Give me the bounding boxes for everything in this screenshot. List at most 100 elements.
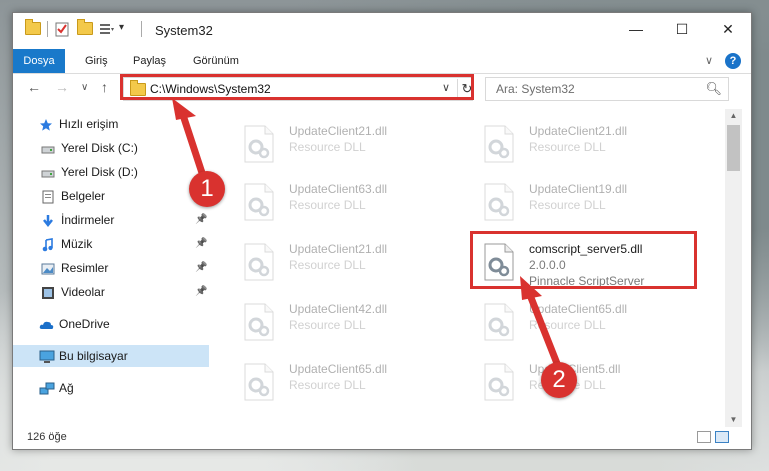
pin-icon[interactable]: 📌 [195,233,207,255]
sidebar-item-hızlı-erişim[interactable]: Hızlı erişim [13,113,209,135]
window-title: System32 [155,23,213,38]
sidebar-item-yerel-disk-d-[interactable]: Yerel Disk (D:) [13,161,209,183]
dll-file-icon [483,303,515,341]
sidebar-item-label: Müzik [61,237,93,251]
file-item[interactable]: UpdateClient19.dll Resource DLL [469,177,689,227]
file-name: UpdateClient65.dll [289,362,388,376]
music-icon [41,237,55,252]
tab-giris[interactable]: Giriş [85,49,108,73]
computer-icon [39,349,55,363]
search-icon: 🔍︎ [705,81,722,96]
details-view-icon[interactable] [697,431,711,443]
scroll-up-icon[interactable]: ▲ [725,109,742,123]
scrollbar-thumb[interactable] [727,125,740,171]
vertical-scrollbar[interactable]: ▲ ▼ [725,109,742,427]
tab-gorunum[interactable]: Görünüm [193,49,239,73]
folder-icon [25,19,41,38]
file-item[interactable]: UpdateClient21.dll Resource DLL [469,119,689,169]
file-type: Resource DLL [529,140,606,154]
expand-ribbon-icon[interactable]: ∨ [705,49,713,73]
dll-file-icon [483,125,515,163]
document-icon [41,189,55,204]
sidebar-item-videolar[interactable]: Videolar 📌 [13,281,209,303]
file-item[interactable]: UpdateClient65.dll Resource DLL [469,297,689,347]
star-icon [39,117,53,131]
new-folder-icon[interactable] [77,19,93,38]
dll-file-icon [483,183,515,221]
file-name: UpdateClient63.dll [289,182,388,196]
file-type: Resource DLL [289,198,366,212]
divider [47,21,48,37]
file-item[interactable]: UpdateClient21.dll Resource DLL [229,237,449,287]
sidebar-item-label: Yerel Disk (D:) [61,165,138,179]
file-type: Resource DLL [289,318,366,332]
file-item[interactable]: UpdateClient5.dllResource DLL [469,357,689,407]
up-button[interactable]: ↑ [101,79,108,95]
sidebar-item-bu-bilgisayar[interactable]: Bu bilgisayar [13,345,209,367]
back-button[interactable]: ← [27,79,41,95]
pin-icon[interactable]: 📌 [195,257,207,279]
title-bar: ▾ System32 — ☐ ✕ [13,13,751,49]
sidebar-item-belgeler[interactable]: Belgeler [13,185,209,207]
file-name: UpdateClient42.dll [289,302,388,316]
file-item[interactable]: UpdateClient21.dll Resource DLL [229,119,449,169]
dll-file-icon [243,303,275,341]
file-type: Resource DLL [289,378,366,392]
close-button[interactable]: ✕ [705,13,751,45]
sidebar-item-label: İndirmeler [61,213,115,227]
sidebar-item-yerel-disk-c-[interactable]: Yerel Disk (C:) [13,137,209,159]
pin-icon[interactable]: 📌 [195,281,207,303]
search-input[interactable]: Ara: System32 🔍︎ [485,77,729,101]
item-count: 126 öğe [27,431,67,443]
file-name: UpdateClient21.dll [289,124,388,138]
callout-badge-1: 1 [189,171,225,207]
tab-paylas[interactable]: Paylaş [133,49,166,73]
file-item[interactable]: UpdateClient42.dll Resource DLL [229,297,449,347]
file-item[interactable]: UpdateClient65.dll Resource DLL [229,357,449,407]
sidebar-item-label: Bu bilgisayar [59,349,128,363]
file-type: Resource DLL [289,258,366,272]
dll-file-icon [243,363,275,401]
sidebar-item-ağ[interactable]: Ağ [13,377,209,399]
network-icon [39,381,55,395]
sidebar-item-label: OneDrive [59,317,110,331]
file-name: UpdateClient19.dll [529,182,628,196]
dll-file-icon [243,125,275,163]
drive-icon [41,165,55,179]
customize-toolbar-icon[interactable]: ▾ [119,22,135,38]
drive-icon [41,141,55,155]
minimize-button[interactable]: — [613,13,659,45]
recent-locations-button[interactable]: ∨ [81,82,88,93]
file-type: Resource DLL [529,318,606,332]
sidebar-item-resimler[interactable]: Resimler 📌 [13,257,209,279]
maximize-button[interactable]: ☐ [659,13,705,45]
properties-icon[interactable] [55,22,71,38]
file-item[interactable]: UpdateClient63.dll Resource DLL [229,177,449,227]
divider [141,21,142,37]
dll-file-icon [243,183,275,221]
sidebar-item-label: Ağ [59,381,74,395]
help-icon[interactable]: ? [725,53,741,69]
pin-icon[interactable]: 📌 [195,209,207,231]
callout-badge-2: 2 [541,362,577,398]
sidebar-item-label: Belgeler [61,189,106,203]
address-highlight [120,74,474,100]
tab-dosya[interactable]: Dosya [13,49,65,73]
search-placeholder: Ara: System32 [496,82,575,96]
sidebar-item-müzik[interactable]: Müzik 📌 [13,233,209,255]
scroll-down-icon[interactable]: ▼ [725,413,742,427]
file-type: Resource DLL [289,140,366,154]
sidebar-item-onedrive[interactable]: OneDrive [13,313,209,335]
sidebar-item-i-ndirmeler[interactable]: İndirmeler 📌 [13,209,209,231]
ribbon-tabs: Dosya Giriş Paylaş Görünüm ∨ ? [13,49,751,74]
sidebar-item-label: Resimler [61,261,109,275]
file-name: UpdateClient65.dll [529,302,628,316]
sidebar-item-label: Hızlı erişim [59,117,119,131]
rename-icon[interactable] [99,22,115,38]
file-highlight [470,231,697,289]
large-icons-view-icon[interactable] [715,431,729,443]
file-name: UpdateClient21.dll [529,124,628,138]
dll-file-icon [243,243,275,281]
sidebar-item-label: Videolar [61,285,105,299]
forward-button[interactable]: → [55,79,69,95]
